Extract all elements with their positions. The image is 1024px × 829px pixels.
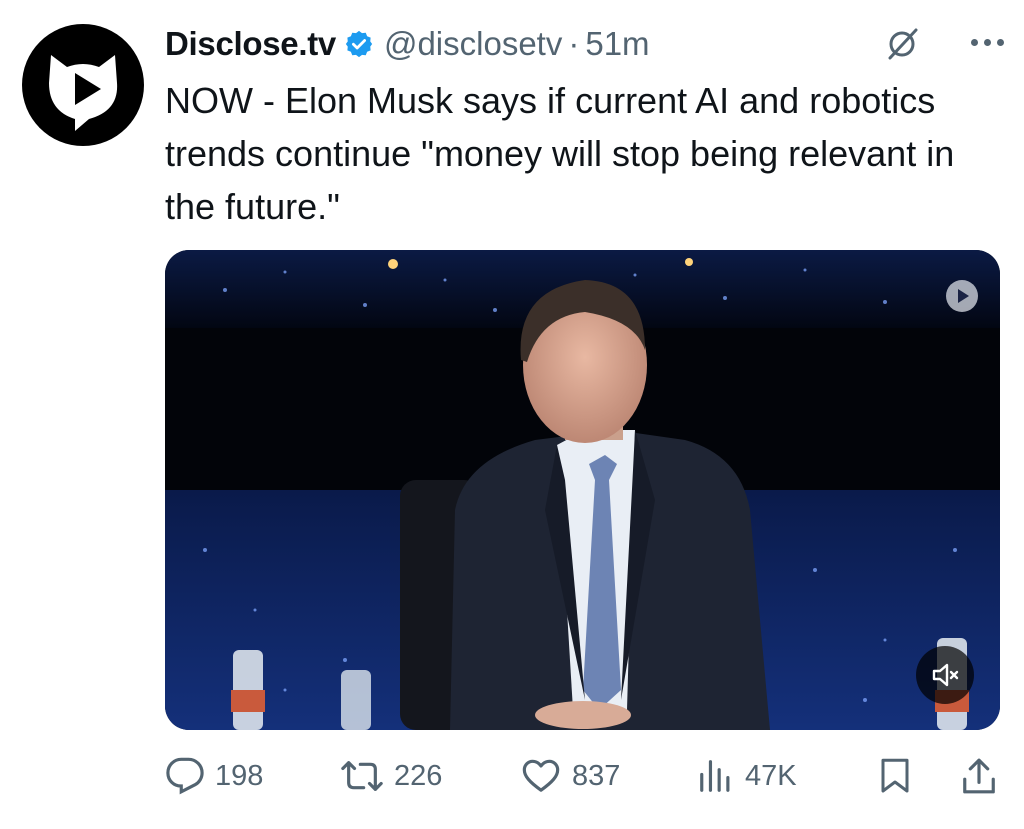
like-count: 837 [572,759,621,792]
bookmark-button[interactable] [877,748,913,804]
muted-speaker-icon[interactable] [916,646,974,704]
account-handle[interactable]: @disclosetv [384,25,562,63]
disclose-watermark-icon [942,276,982,316]
bookmark-icon [881,758,909,793]
repost-button[interactable]: 226 [340,748,442,804]
share-icon [963,758,995,794]
more-options-icon[interactable] [971,22,1004,62]
avatar[interactable] [22,24,144,146]
view-count: 47K [745,759,797,792]
verified-badge-icon [344,29,374,59]
views-icon [700,760,730,792]
share-button[interactable] [960,748,998,804]
tweet-text: NOW - Elon Musk says if current AI and r… [165,80,955,227]
tweet-action-bar: 198 226 837 47K [165,748,1000,804]
video-player[interactable] [165,250,1000,730]
heart-icon [522,759,560,792]
tweet-header: Disclose.tv @disclosetv · 51m [165,22,1004,66]
account-name[interactable]: Disclose.tv [165,25,336,63]
disclose-play-logo-icon [49,55,118,131]
separator: · [568,25,580,62]
reply-count: 198 [215,759,264,792]
reply-icon [166,757,204,795]
repost-count: 226 [394,759,443,792]
video-frame [165,250,1000,730]
grok-icon[interactable] [884,26,920,67]
repost-icon [341,761,383,791]
views-button[interactable]: 47K [697,748,797,804]
reply-button[interactable]: 198 [165,748,263,804]
like-button[interactable]: 837 [520,748,620,804]
timestamp[interactable]: 51m [585,25,649,63]
